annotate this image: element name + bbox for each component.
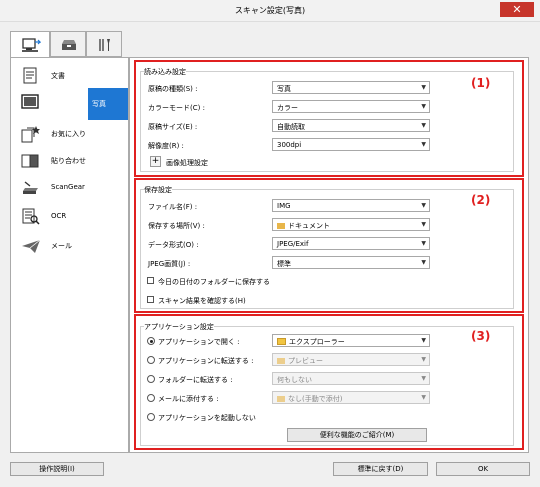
mail-icon (22, 239, 41, 253)
app-settings-title: アプリケーション設定 (144, 322, 214, 332)
data-format-select[interactable]: JPEG/Exif ▼ (272, 237, 430, 250)
sidebar-item-mail[interactable]: メール (11, 234, 128, 258)
chevron-down-icon: ▼ (421, 394, 426, 401)
chevron-down-icon: ▼ (421, 141, 426, 148)
instructions-button[interactable]: 操作説明(I) (10, 462, 104, 476)
paper-size-select[interactable]: 自動読取 ▼ (272, 119, 430, 132)
tab-scan-from-computer[interactable] (10, 31, 50, 59)
send-to-app-radio[interactable] (147, 356, 155, 364)
sidebar-item-photo[interactable]: 写真 (88, 88, 128, 120)
scan-options-title: 読み込み設定 (144, 67, 186, 77)
do-not-start-app-radio[interactable] (147, 413, 155, 421)
document-icon (23, 67, 37, 84)
sidebar-item-stitch[interactable]: 貼り合わせ (11, 149, 128, 173)
send-to-folder-select[interactable]: 何もしない ▼ (272, 372, 430, 385)
tab-scanner-button[interactable] (50, 31, 86, 57)
open-with-app-label: アプリケーションで開く : (158, 338, 240, 346)
expand-image-processing-button[interactable]: + (150, 156, 161, 167)
attach-to-email-select[interactable]: なし(手動で添付) ▼ (272, 391, 430, 404)
stitch-icon (21, 154, 39, 168)
defaults-button[interactable]: 標準に戻す(D) (333, 462, 428, 476)
do-not-start-app-label: アプリケーションを起動しない (158, 414, 256, 422)
send-to-app-select[interactable]: プレビュー ▼ (272, 353, 430, 366)
scangear-icon (23, 181, 38, 194)
folder-icon (277, 223, 285, 229)
document-type-select[interactable]: 写真 ▼ (272, 81, 430, 94)
jpeg-quality-select[interactable]: 標準 ▼ (272, 256, 430, 269)
sidebar-item-favorites[interactable]: お気に入り (11, 122, 128, 146)
callout-number-3: (3) (471, 329, 491, 343)
open-with-app-radio[interactable] (147, 337, 155, 345)
chevron-down-icon: ▼ (421, 84, 426, 91)
scanner-button-icon (62, 40, 76, 50)
sidebar-item-label: 文書 (51, 72, 65, 80)
check-result-checkbox[interactable] (147, 296, 154, 303)
save-settings-title: 保存設定 (144, 185, 172, 195)
save-location-select[interactable]: ドキュメント ▼ (272, 218, 430, 231)
file-name-select[interactable]: IMG ▼ (272, 199, 430, 212)
image-processing-label[interactable]: 画像処理設定 (166, 158, 208, 168)
ok-button[interactable]: OK (436, 462, 530, 476)
save-location-label: 保存する場所(V) : (148, 222, 205, 230)
chevron-down-icon: ▼ (421, 221, 426, 228)
color-mode-label: カラーモード(C) : (148, 104, 205, 112)
sidebar-item-label: OCR (51, 212, 67, 220)
open-with-app-select[interactable]: エクスプローラー ▼ (272, 334, 430, 347)
chevron-down-icon: ▼ (421, 103, 426, 110)
sidebar-item-label: 写真 (92, 100, 106, 108)
window-title: スキャン設定(写真) (234, 6, 306, 15)
document-type-label: 原稿の種類(S) : (148, 85, 198, 93)
tab-general-settings[interactable] (86, 31, 122, 57)
attach-to-email-radio[interactable] (147, 394, 155, 402)
resolution-select[interactable]: 300dpi ▼ (272, 138, 430, 151)
send-to-folder-label: フォルダーに転送する : (158, 376, 233, 384)
color-mode-select[interactable]: カラー ▼ (272, 100, 430, 113)
jpeg-quality-label: JPEG画質(J) : (148, 260, 191, 268)
chevron-down-icon: ▼ (421, 122, 426, 129)
title-bar: スキャン設定(写真) ✕ (0, 0, 540, 22)
sidebar-item-scangear[interactable]: ScanGear (11, 176, 128, 200)
resolution-label: 解像度(R) : (148, 142, 184, 150)
mail-app-icon (277, 396, 285, 402)
callout-number-2: (2) (471, 193, 491, 207)
chevron-down-icon: ▼ (421, 337, 426, 344)
chevron-down-icon: ▼ (421, 240, 426, 247)
date-folder-label: 今日の日付のフォルダーに保存する (158, 278, 270, 286)
send-to-folder-radio[interactable] (147, 375, 155, 383)
sidebar-item-label: 貼り合わせ (51, 157, 86, 165)
ocr-icon (22, 208, 40, 225)
sidebar-item-label: メール (51, 242, 72, 250)
attach-to-email-label: メールに添付する : (158, 395, 219, 403)
date-folder-checkbox[interactable] (147, 277, 154, 284)
sidebar: 文書 写真 お気に入り 貼り合わせ ScanGear OCR メール (10, 57, 129, 453)
chevron-down-icon: ▼ (421, 259, 426, 266)
favorites-icon (21, 126, 40, 143)
close-button[interactable]: ✕ (500, 2, 534, 17)
send-to-app-label: アプリケーションに転送する : (158, 357, 254, 365)
photo-icon (21, 94, 39, 109)
chevron-down-icon: ▼ (421, 202, 426, 209)
sidebar-item-document[interactable]: 文書 (11, 64, 128, 88)
data-format-label: データ形式(O) : (148, 241, 199, 249)
scan-from-computer-icon (22, 38, 41, 52)
chevron-down-icon: ▼ (421, 375, 426, 382)
file-name-label: ファイル名(F) : (148, 203, 198, 211)
paper-size-label: 原稿サイズ(E) : (148, 123, 198, 131)
check-result-label: スキャン結果を確認する(H) (158, 297, 246, 305)
more-functions-button[interactable]: 便利な機能のご紹介(M) (287, 428, 427, 442)
tools-icon (99, 39, 110, 51)
preview-app-icon (277, 358, 285, 364)
sidebar-item-ocr[interactable]: OCR (11, 205, 128, 229)
sidebar-item-label: ScanGear (51, 183, 85, 191)
sidebar-item-label: お気に入り (51, 130, 86, 138)
explorer-icon (277, 338, 286, 345)
chevron-down-icon: ▼ (421, 356, 426, 363)
callout-number-1: (1) (471, 76, 491, 90)
